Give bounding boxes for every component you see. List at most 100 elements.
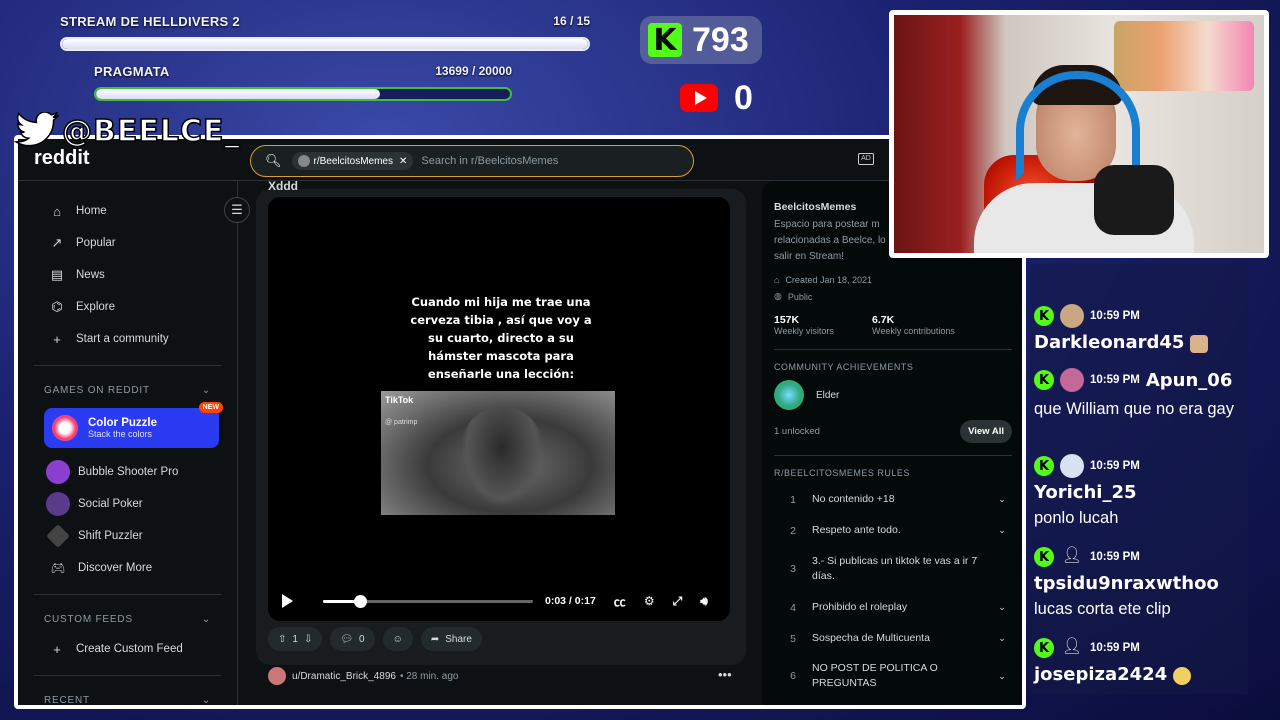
search-placeholder: Search in r/BeelcitosMemes [421,155,559,167]
twitter-bird-icon [14,112,59,147]
chat-time: 10:59 PM [1090,310,1140,322]
video-time: 0:03 / 0:17 [545,595,596,607]
chevron-down-icon: ⌄ [998,525,1006,535]
advertise-icon[interactable]: AD [858,153,874,165]
chat-message: K 10:59 PM Apun_06 que William que no era … [1034,368,1248,420]
reddit-logo[interactable]: reddit [34,147,90,170]
nav-explore[interactable]: ⌬ Explore [18,291,237,323]
more-options-icon[interactable]: ••• [718,667,732,682]
sidebar-collapse-button[interactable]: ☰ [224,197,250,223]
subreddit-filter-chip[interactable]: r/BeelcitosMemes ✕ [291,152,414,170]
post-title[interactable]: Xddd [268,179,298,193]
chip-close-icon[interactable]: ✕ [399,156,407,167]
visibility-label: Public [787,291,813,302]
divider [774,349,1012,350]
downvote-icon[interactable]: ⇩ [304,634,312,645]
kick-badge-icon: K [1034,306,1054,326]
visibility-row: ◍ Public [774,291,1012,302]
rule-item[interactable]: 1 No contenido +18 ⌄ [774,484,1012,515]
nav-home[interactable]: ⌂ Home [18,195,237,227]
view-all-button[interactable]: View All [960,420,1012,443]
captions-icon[interactable]: ㏄ [614,593,626,610]
chat-message: K 10:59 PM Darkleonard45 [1034,304,1248,353]
rule-number: 5 [790,632,796,645]
nav-label: Explore [76,301,115,313]
award-icon: ☺ [392,633,403,645]
comments-button[interactable]: 💬︎ 0 [330,627,375,651]
user-avatar[interactable] [268,667,286,685]
goal-helldivers: STREAM DE HELLDIVERS 2 16 / 15 [60,14,590,51]
game-label: Bubble Shooter Pro [78,466,179,478]
rule-text: Sospecha de Multicuenta [812,632,930,644]
rule-text: Respeto ante todo. [812,524,901,536]
seek-knob[interactable] [353,594,367,608]
chat-username: Yorichi_25 [1034,482,1137,503]
desc-line: relacionadas a Beelce, lo [774,235,886,246]
divider [34,594,221,595]
stat-label: Weekly visitors [774,326,834,336]
nav-popular[interactable]: ↗ Popular [18,227,237,259]
games-section-header[interactable]: GAMES ON REDDIT ⌄ [18,376,237,404]
discover-more-games[interactable]: 🎮︎ Discover More [18,552,237,584]
news-icon: ▤ [50,267,64,282]
chat-time: 10:59 PM [1090,642,1140,654]
share-button[interactable]: ➦ Share [420,627,482,651]
achievements-header: COMMUNITY ACHIEVEMENTS [774,362,914,372]
menu-icon: ☰ [231,202,243,217]
play-icon[interactable] [282,594,293,608]
game-social-poker[interactable]: Social Poker [18,488,237,520]
award-button[interactable]: ☺ [382,627,413,651]
rule-item[interactable]: 6 NO POST DE POLITICA O PREGUNTAS ⌄ [774,654,1012,698]
rule-item[interactable]: 5 Sospecha de Multicuenta ⌄ [774,623,1012,654]
search-bar[interactable]: 🔍︎ r/BeelcitosMemes ✕ Search in r/Beelci… [250,145,694,177]
kick-viewer-badge: K 793 [640,16,762,64]
upvote-icon[interactable]: ⇧ [278,634,286,645]
twitter-handle-overlay: @BEELCE_ [14,112,240,150]
volume-icon[interactable]: 🔊︎ [700,594,708,609]
subreddit-avatar [297,155,310,167]
rule-item[interactable]: 4 Prohibido el roleplay ⌄ [774,592,1012,623]
new-badge: NEW [198,402,223,413]
rule-text: 3.- Si publicas un tiktok te vas a ir 7 … [812,555,978,582]
next-post-user[interactable]: u/Dramatic_Brick_4896 [292,671,396,682]
puzzle-icon [46,524,70,548]
recent-header[interactable]: RECENT ⌄ [18,686,237,706]
youtube-logo-icon [680,84,718,112]
goal-progress-fill [62,39,588,49]
game-label: Discover More [78,562,153,574]
nav-label: News [76,269,105,281]
weekly-visitors: 157K Weekly visitors [774,314,872,337]
video-seekbar[interactable] [323,594,533,608]
gamepad-icon: 🎮︎ [50,563,66,575]
featured-game-name: Color Puzzle [88,417,158,429]
rule-item[interactable]: 2 Respeto ante todo. ⌄ [774,515,1012,546]
goal-progress-fill [96,89,380,99]
kick-viewer-count: 793 [692,20,749,59]
rule-item[interactable]: 3 3.- Si publicas un tiktok te vas a ir 7… [774,546,1012,592]
video-player[interactable]: Cuando mi hija me trae una cerveza tibia… [268,197,730,621]
nav-start-community[interactable]: + Start a community [18,323,237,355]
default-avatar-icon: 👤︎ [1061,638,1083,655]
game-shift-puzzler[interactable]: Shift Puzzler [18,520,237,552]
community-description: Espacio para postear m relacionadas a Be… [774,217,892,265]
game-label: Shift Puzzler [78,530,143,542]
create-custom-feed[interactable]: + Create Custom Feed [18,633,237,665]
achievement-item[interactable]: Elder [774,380,1012,410]
kick-badge-icon: K [1034,456,1054,476]
search-icon: 🔍︎ [265,153,282,168]
game-bubble-shooter[interactable]: Bubble Shooter Pro [18,456,237,488]
desc-line: salir en Stream! [774,251,845,262]
featured-game-color-puzzle[interactable]: Color Puzzle Stack the colors NEW [44,402,223,448]
created-date: Created Jan 18, 2021 [785,275,873,285]
hamster-figure [461,407,543,507]
video-controls: 0:03 / 0:17 ㏄ ⚙ ⤢ 🔊︎ [268,581,730,621]
settings-gear-icon[interactable]: ⚙ [644,594,655,608]
custom-feeds-header[interactable]: CUSTOM FEEDS ⌄ [18,605,237,633]
rule-number: 1 [790,493,796,506]
chevron-down-icon: ⌄ [998,670,1006,681]
fullscreen-icon[interactable]: ⤢ [673,594,683,609]
section-label: GAMES ON REDDIT [44,384,150,396]
tiktok-watermark: TikTok [385,395,414,405]
achievements-footer: 1 unlocked View All [774,420,1012,443]
nav-news[interactable]: ▤ News [18,259,237,291]
